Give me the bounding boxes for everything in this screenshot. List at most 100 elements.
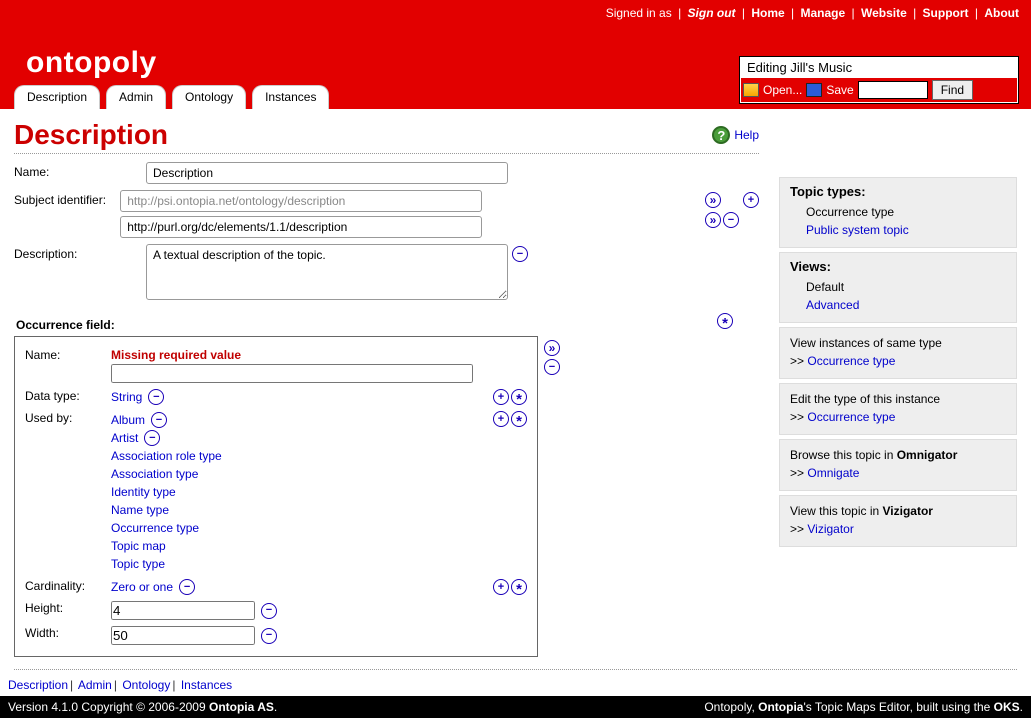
topic-type-link[interactable]: Public system topic bbox=[806, 223, 909, 237]
about-link[interactable]: About bbox=[984, 6, 1019, 20]
topic-types-heading: Topic types: bbox=[790, 184, 1006, 199]
top-nav: Signed in as | Sign out | Home | Manage … bbox=[606, 6, 1019, 20]
help-icon[interactable]: ? bbox=[712, 126, 730, 144]
app-logo: ontopoly bbox=[26, 46, 157, 80]
usedby-item[interactable]: Association role type bbox=[111, 447, 493, 465]
view-link[interactable]: Advanced bbox=[806, 298, 859, 312]
editing-title: Editing Jill's Music bbox=[741, 58, 1017, 78]
required-value-error: Missing required value bbox=[111, 348, 527, 362]
view-instances-link[interactable]: Occurrence type bbox=[807, 354, 895, 368]
bottom-nav: Description| Admin| Ontology| Instances bbox=[0, 674, 1031, 696]
subject-identifier-2[interactable] bbox=[120, 216, 482, 238]
goto-icon[interactable] bbox=[544, 340, 560, 356]
remove-icon[interactable] bbox=[723, 212, 739, 228]
manage-link[interactable]: Manage bbox=[800, 6, 845, 20]
add-icon[interactable] bbox=[743, 192, 759, 208]
goto-icon[interactable] bbox=[705, 212, 721, 228]
occurrence-field-panel: Name: Missing required value Data type: … bbox=[14, 336, 538, 657]
action-icon[interactable] bbox=[511, 579, 527, 595]
remove-icon[interactable] bbox=[544, 359, 560, 375]
omnigate-link[interactable]: Omnigate bbox=[807, 466, 859, 480]
add-icon[interactable] bbox=[493, 579, 509, 595]
view-item: Default bbox=[806, 278, 1006, 296]
vizigator-heading-pre: View this topic in bbox=[790, 504, 883, 518]
tab-description[interactable]: Description bbox=[14, 85, 100, 109]
main-tabs: Description Admin Ontology Instances bbox=[14, 85, 329, 109]
cardinality-label: Cardinality: bbox=[25, 579, 111, 593]
goto-icon[interactable] bbox=[705, 192, 721, 208]
signed-in-label: Signed in as bbox=[606, 6, 672, 20]
add-icon[interactable] bbox=[493, 411, 509, 427]
remove-icon[interactable] bbox=[148, 389, 164, 405]
usedby-item[interactable]: Identity type bbox=[111, 483, 493, 501]
edit-type-heading: Edit the type of this instance bbox=[790, 390, 1006, 408]
usedby-item[interactable]: Topic map bbox=[111, 537, 493, 555]
bottom-ontology-link[interactable]: Ontology bbox=[122, 678, 170, 692]
disk-save-icon[interactable] bbox=[806, 83, 822, 97]
page-title: Description bbox=[14, 119, 168, 151]
remove-icon[interactable] bbox=[261, 628, 277, 644]
tab-admin[interactable]: Admin bbox=[106, 85, 166, 109]
panel-name-label: Name: bbox=[25, 348, 111, 362]
description-label: Description: bbox=[14, 244, 142, 261]
edit-type-link[interactable]: Occurrence type bbox=[807, 410, 895, 424]
occurrence-field-heading: Occurrence field: bbox=[16, 318, 115, 332]
vizigator-link[interactable]: Vizigator bbox=[807, 522, 853, 536]
action-icon[interactable] bbox=[511, 389, 527, 405]
datatype-value[interactable]: String bbox=[111, 390, 142, 404]
description-textarea[interactable]: A textual description of the topic. bbox=[146, 244, 508, 300]
save-button[interactable]: Save bbox=[826, 83, 853, 97]
datatype-label: Data type: bbox=[25, 389, 111, 403]
editing-box: Editing Jill's Music Open... Save Find bbox=[739, 56, 1019, 104]
usedby-item[interactable]: Topic type bbox=[111, 555, 493, 573]
subject-identifier-1[interactable] bbox=[120, 190, 482, 212]
height-label: Height: bbox=[25, 601, 111, 615]
width-label: Width: bbox=[25, 626, 111, 640]
footer-bar: Version 4.1.0 Copyright © 2006-2009 Onto… bbox=[0, 696, 1031, 718]
sign-out-link[interactable]: Sign out bbox=[688, 6, 736, 20]
panel-name-input[interactable] bbox=[111, 364, 473, 383]
remove-icon[interactable] bbox=[179, 579, 195, 595]
folder-open-icon[interactable] bbox=[743, 83, 759, 97]
remove-icon[interactable] bbox=[144, 430, 160, 446]
subject-identifier-label: Subject identifier: bbox=[14, 190, 116, 207]
app-header: Signed in as | Sign out | Home | Manage … bbox=[0, 0, 1031, 109]
open-button[interactable]: Open... bbox=[763, 83, 802, 97]
home-link[interactable]: Home bbox=[751, 6, 784, 20]
action-icon[interactable] bbox=[717, 313, 733, 329]
remove-icon[interactable] bbox=[151, 412, 167, 428]
vizigator-heading-bold: Vizigator bbox=[883, 504, 933, 518]
omnigator-heading-bold: Omnigator bbox=[897, 448, 958, 462]
bottom-instances-link[interactable]: Instances bbox=[181, 678, 232, 692]
remove-icon[interactable] bbox=[512, 246, 528, 262]
cardinality-value[interactable]: Zero or one bbox=[111, 580, 173, 594]
sidebar: Topic types: Occurrence type Public syst… bbox=[779, 119, 1017, 657]
topic-type-item: Occurrence type bbox=[806, 203, 1006, 221]
usedby-item[interactable]: Association type bbox=[111, 465, 493, 483]
bottom-description-link[interactable]: Description bbox=[8, 678, 68, 692]
find-button[interactable]: Find bbox=[932, 80, 973, 100]
usedby-item[interactable]: Artist bbox=[111, 429, 138, 447]
views-heading: Views: bbox=[790, 259, 1006, 274]
find-input[interactable] bbox=[858, 81, 928, 99]
tab-ontology[interactable]: Ontology bbox=[172, 85, 246, 109]
bottom-admin-link[interactable]: Admin bbox=[78, 678, 112, 692]
usedby-item[interactable]: Album bbox=[111, 411, 145, 429]
height-input[interactable] bbox=[111, 601, 255, 620]
add-icon[interactable] bbox=[493, 389, 509, 405]
width-input[interactable] bbox=[111, 626, 255, 645]
action-icon[interactable] bbox=[511, 411, 527, 427]
tab-instances[interactable]: Instances bbox=[252, 85, 329, 109]
usedby-item[interactable]: Name type bbox=[111, 501, 493, 519]
view-instances-heading: View instances of same type bbox=[790, 334, 1006, 352]
version-text: Version 4.1.0 Copyright © 2006-2009 bbox=[8, 700, 209, 714]
support-link[interactable]: Support bbox=[923, 6, 969, 20]
omnigator-heading-pre: Browse this topic in bbox=[790, 448, 897, 462]
name-input[interactable] bbox=[146, 162, 508, 184]
usedby-label: Used by: bbox=[25, 411, 111, 425]
help-link[interactable]: Help bbox=[734, 128, 759, 142]
usedby-item[interactable]: Occurrence type bbox=[111, 519, 493, 537]
company-name: Ontopia AS bbox=[209, 700, 274, 714]
website-link[interactable]: Website bbox=[861, 6, 907, 20]
remove-icon[interactable] bbox=[261, 603, 277, 619]
